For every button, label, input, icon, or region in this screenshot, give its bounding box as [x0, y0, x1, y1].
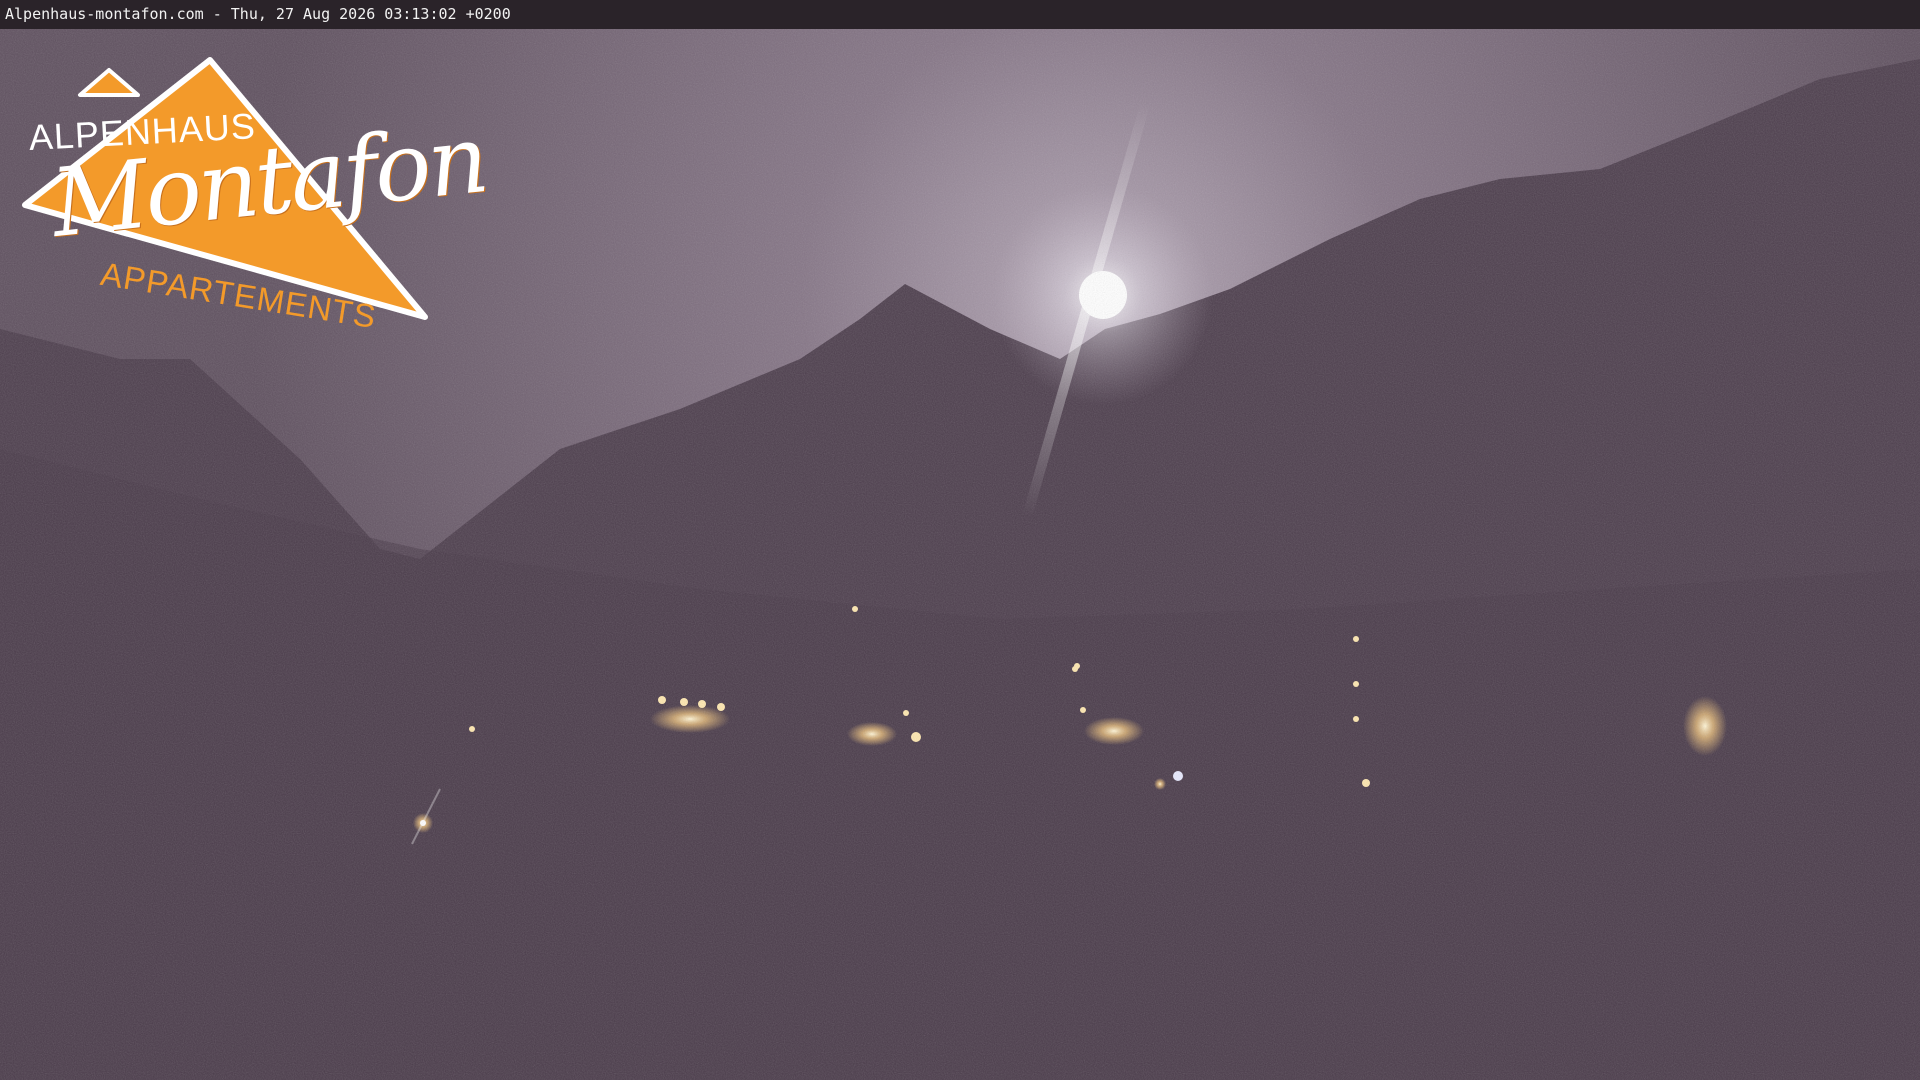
webcam-frame: Alpenhaus-montafon.com - Thu, 27 Aug 202…: [0, 0, 1920, 1080]
timestamp-text: Alpenhaus-montafon.com - Thu, 27 Aug 202…: [5, 5, 511, 23]
alpenhaus-logo: ALPENHAUS Montafon APPARTEMENTS: [20, 55, 491, 355]
timestamp-bar: Alpenhaus-montafon.com - Thu, 27 Aug 202…: [0, 0, 1920, 29]
